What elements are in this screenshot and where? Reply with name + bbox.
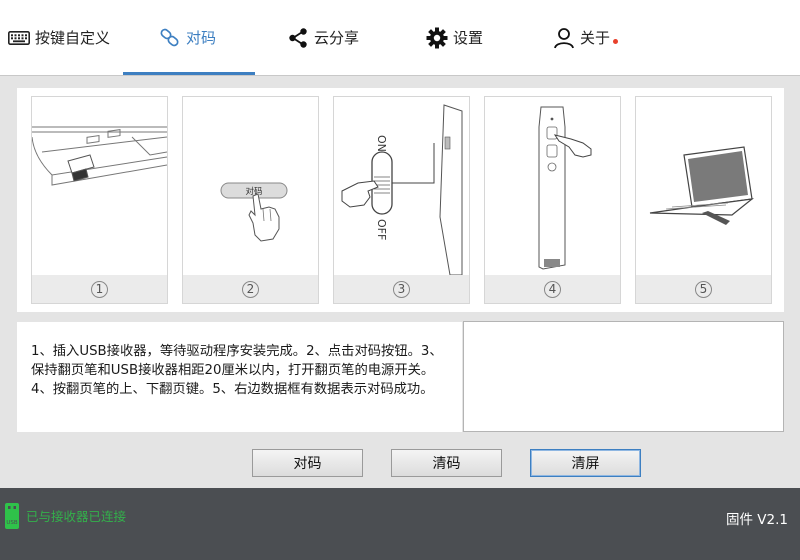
link-icon xyxy=(159,28,181,48)
gear-icon xyxy=(426,27,448,49)
tab-label: 云分享 xyxy=(314,29,360,47)
tab-settings[interactable]: 设置 xyxy=(426,0,483,75)
usb-receiver-illustration xyxy=(32,97,167,275)
keyboard-icon xyxy=(8,30,30,45)
step-number: 1 xyxy=(91,280,108,298)
instructions-text: 1、插入USB接收器，等待驱动程序安装完成。2、点击对码按钮。3、保持翻页笔和U… xyxy=(31,344,443,397)
press-page-keys-illustration xyxy=(485,97,620,275)
step-number: 3 xyxy=(393,280,410,298)
status-bar: USB 已与接收器已连接 固件 V2.1 xyxy=(0,488,800,560)
pair-button[interactable]: 对码 xyxy=(252,449,363,477)
usb-connected-icon: USB xyxy=(4,502,20,534)
step-card: 对码 2 xyxy=(182,96,319,304)
tab-cloud-share[interactable]: 云分享 xyxy=(287,0,359,75)
pairing-steps-panel: 1 对码 2 ON OFF 3 4 5 xyxy=(17,88,784,312)
clear-pair-button[interactable]: 清码 xyxy=(391,449,502,477)
step-number-bar: 4 xyxy=(485,275,620,303)
step-number-bar: 3 xyxy=(334,275,469,303)
step-card: 1 xyxy=(31,96,168,304)
laptop-illustration xyxy=(636,97,771,275)
step-number: 4 xyxy=(544,280,561,298)
step-number: 5 xyxy=(695,280,712,298)
user-icon xyxy=(553,27,575,49)
tab-label: 对码 xyxy=(186,29,217,47)
active-tab-indicator xyxy=(123,72,255,75)
step-number-bar: 2 xyxy=(183,275,318,303)
tab-key-customize[interactable]: 按键自定义 xyxy=(8,0,110,75)
top-tab-bar: 按键自定义 对码 云分享 设置 关于 xyxy=(0,0,800,76)
clear-screen-button[interactable]: 清屏 xyxy=(530,449,641,477)
notification-dot xyxy=(613,39,618,44)
firmware-version: 固件 V2.1 xyxy=(726,512,788,528)
instructions-panel: 1、插入USB接收器，等待驱动程序安装完成。2、点击对码按钮。3、保持翻页笔和U… xyxy=(17,322,462,432)
tab-label: 设置 xyxy=(453,29,484,47)
tab-about[interactable]: 关于 xyxy=(553,0,610,75)
svg-text:USB: USB xyxy=(6,520,18,526)
data-log-box[interactable] xyxy=(463,321,784,432)
step-number-bar: 5 xyxy=(636,275,771,303)
step-number-bar: 1 xyxy=(32,275,167,303)
tab-label: 按键自定义 xyxy=(35,29,111,47)
share-icon xyxy=(287,27,309,49)
step-card: 4 xyxy=(484,96,621,304)
step-number: 2 xyxy=(242,280,259,298)
usb-status-text: 已与接收器已连接 xyxy=(26,509,127,524)
tab-pair[interactable]: 对码 xyxy=(159,0,216,75)
tab-label: 关于 xyxy=(580,29,611,47)
switch-on-label: ON xyxy=(375,135,388,152)
power-switch-illustration: ON OFF xyxy=(334,97,469,275)
step-card: 5 xyxy=(635,96,772,304)
step-card: ON OFF 3 xyxy=(333,96,470,304)
press-pair-button-illustration: 对码 xyxy=(183,97,318,275)
switch-off-label: OFF xyxy=(375,219,388,240)
